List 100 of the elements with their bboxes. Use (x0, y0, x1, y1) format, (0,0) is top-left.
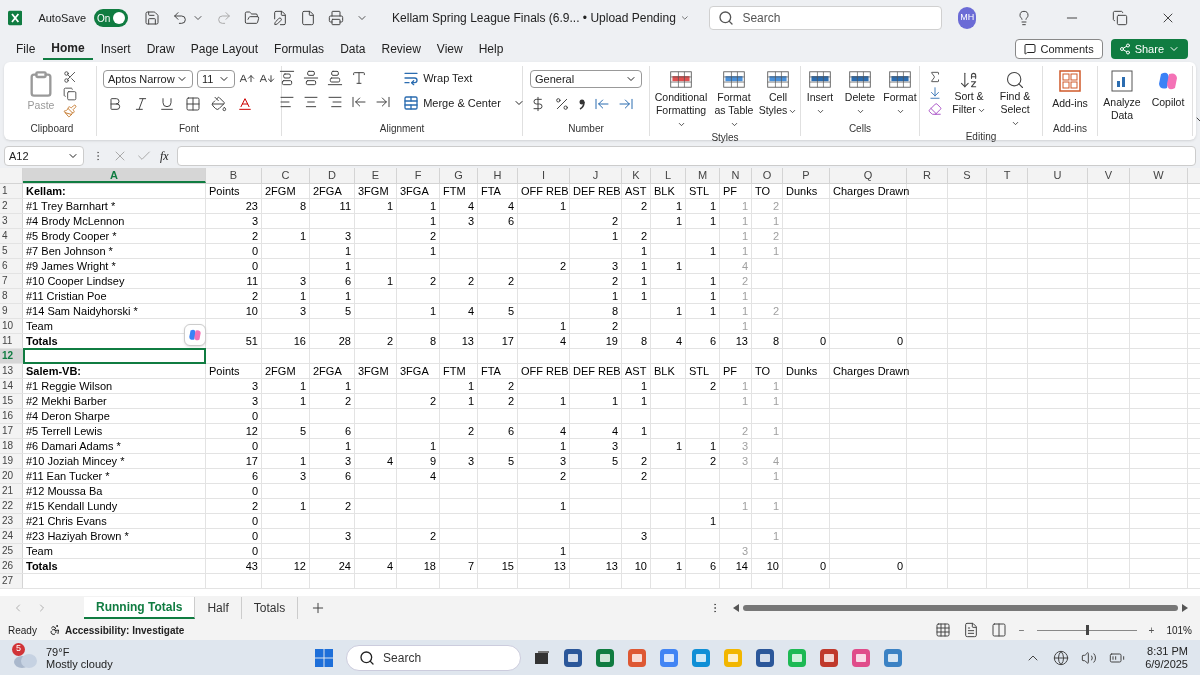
column-header[interactable]: A (23, 168, 206, 183)
row-header[interactable]: 11 (0, 334, 23, 348)
save-icon[interactable] (144, 10, 161, 26)
insert-function-button[interactable]: fx (160, 147, 169, 165)
file-edit-icon[interactable] (272, 10, 289, 26)
italic-icon[interactable] (133, 96, 149, 112)
undo-icon[interactable] (172, 10, 189, 26)
scroll-right-icon[interactable] (1182, 604, 1188, 612)
percent-icon[interactable] (554, 96, 570, 112)
menu-tab[interactable]: View (428, 38, 471, 60)
column-header[interactable]: I (518, 168, 570, 183)
column-header[interactable]: O (752, 168, 783, 183)
font-color-icon[interactable] (237, 96, 253, 112)
page-layout-view-icon[interactable] (962, 622, 979, 638)
row-header[interactable]: 19 (0, 454, 23, 468)
row-header[interactable]: 12 (0, 349, 23, 363)
column-header[interactable]: J (570, 168, 622, 183)
align-center-icon[interactable] (303, 94, 320, 110)
merge-center-button[interactable]: Merge & Center (403, 94, 525, 111)
zoom-out-button[interactable]: − (1018, 622, 1025, 638)
speaker-icon[interactable] (1081, 649, 1098, 666)
paintbrush-icon[interactable] (63, 104, 77, 118)
row-header[interactable]: 5 (0, 244, 23, 258)
copilot-button[interactable] (184, 324, 206, 346)
formula-input[interactable] (176, 146, 1196, 166)
copy-icon[interactable] (63, 87, 77, 101)
column-header[interactable]: B (206, 168, 262, 183)
ribbon-button[interactable]: Copilot (1147, 70, 1189, 123)
column-header[interactable]: F (397, 168, 440, 183)
column-header[interactable]: Q (830, 168, 907, 183)
horizontal-scrollbar[interactable] (733, 603, 1188, 613)
ribbon-button[interactable]: Insert (802, 70, 838, 121)
row-header[interactable]: 1 (0, 184, 23, 198)
font-size-dropdown[interactable]: 11 (197, 70, 235, 88)
scroll-left-icon[interactable] (733, 604, 739, 612)
row-header[interactable]: 23 (0, 514, 23, 528)
page-break-view-icon[interactable] (990, 622, 1007, 638)
ribbon-button[interactable]: Cell Styles (758, 70, 798, 130)
search-field[interactable]: Search (709, 6, 943, 30)
column-header[interactable]: G (440, 168, 478, 183)
row-header[interactable]: 15 (0, 394, 23, 408)
ribbon-button[interactable]: Format (882, 70, 918, 121)
row-header[interactable]: 21 (0, 484, 23, 498)
fill-icon[interactable] (928, 86, 942, 100)
row-header[interactable]: 13 (0, 364, 23, 378)
menu-tab[interactable]: Home (43, 38, 93, 60)
row-header[interactable]: 7 (0, 274, 23, 288)
column-header[interactable]: C (262, 168, 310, 183)
menu-tab[interactable]: Data (332, 38, 374, 60)
column-header[interactable]: U (1028, 168, 1088, 183)
fill-color-icon[interactable] (211, 96, 227, 112)
row-header[interactable]: 18 (0, 439, 23, 453)
addins-button[interactable]: Add-ins (1052, 70, 1088, 121)
row-header[interactable]: 24 (0, 529, 23, 543)
column-header[interactable]: K (622, 168, 651, 183)
bold-icon[interactable] (107, 96, 123, 112)
ribbon-button[interactable]: Analyze Data (1101, 70, 1143, 123)
underline-icon[interactable] (159, 96, 175, 112)
column-header[interactable]: P (783, 168, 830, 183)
row-header[interactable]: 4 (0, 229, 23, 243)
column-header[interactable]: N (720, 168, 752, 183)
printer-icon[interactable] (328, 10, 345, 26)
column-header[interactable]: W (1130, 168, 1188, 183)
row-header[interactable]: 25 (0, 544, 23, 558)
menu-tab[interactable]: File (8, 38, 44, 60)
column-header[interactable]: R (907, 168, 948, 183)
zoom-slider[interactable] (1036, 624, 1137, 636)
sheet-tab[interactable]: Half (195, 597, 242, 619)
autosave-toggle[interactable]: On (94, 9, 129, 27)
menu-tab[interactable]: Page Layout (182, 38, 267, 60)
ribbon-button[interactable]: Conditional Formatting (652, 70, 710, 130)
column-header[interactable]: S (948, 168, 987, 183)
autosum-icon[interactable] (928, 70, 942, 84)
menu-tab[interactable]: Help (470, 38, 512, 60)
row-header[interactable]: 9 (0, 304, 23, 318)
row-header[interactable]: 10 (0, 319, 23, 333)
row-header[interactable]: 20 (0, 469, 23, 483)
menu-tab[interactable]: Draw (138, 38, 183, 60)
name-box[interactable]: A12 (4, 146, 84, 166)
row-header[interactable]: 14 (0, 379, 23, 393)
column-header[interactable]: H (478, 168, 518, 183)
font-name-dropdown[interactable]: Aptos Narrow (103, 70, 193, 88)
menu-tab[interactable]: Insert (92, 38, 139, 60)
menu-tab[interactable]: Formulas (266, 38, 333, 60)
zoom-thumb[interactable] (1085, 625, 1089, 635)
lightbulb-icon[interactable] (1016, 10, 1032, 26)
increase-decimal-icon[interactable] (594, 96, 610, 112)
align-bottom-icon[interactable] (327, 70, 344, 86)
row-header[interactable]: 8 (0, 289, 23, 303)
task-view-icon[interactable] (533, 648, 552, 667)
column-header[interactable]: M (686, 168, 720, 183)
row-header[interactable]: 6 (0, 259, 23, 273)
row-header[interactable]: 16 (0, 409, 23, 423)
ribbon-button[interactable]: Delete (842, 70, 878, 121)
ribbon-button[interactable]: Sort & Filter (950, 70, 988, 129)
column-header[interactable]: D (310, 168, 355, 183)
sheet-tab[interactable]: Running Totals (84, 597, 196, 619)
decrease-indent-icon[interactable] (351, 94, 368, 110)
sheet-tab[interactable]: Totals (241, 597, 299, 619)
row-header[interactable]: 26 (0, 559, 23, 573)
